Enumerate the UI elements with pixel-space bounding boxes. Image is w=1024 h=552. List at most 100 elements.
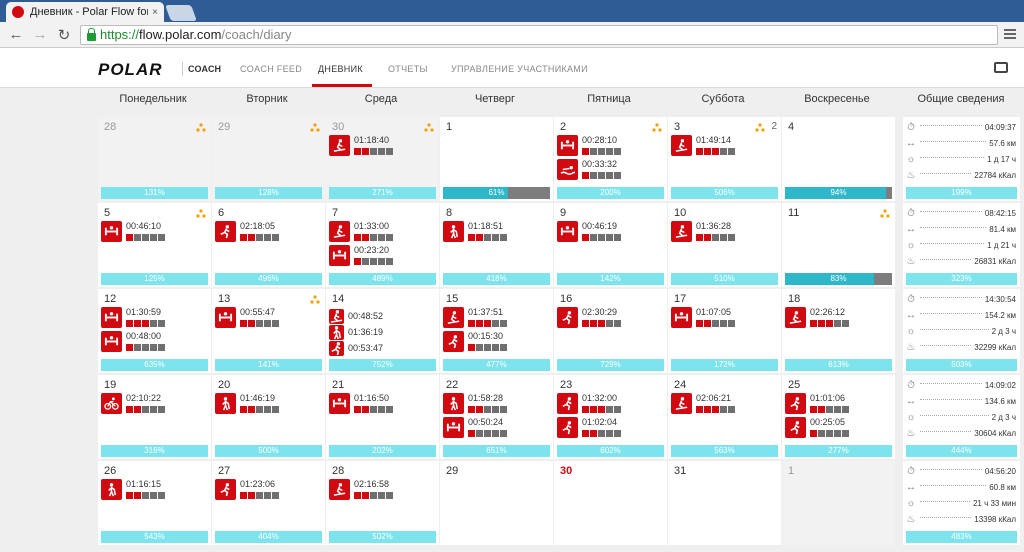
- back-arrow-icon[interactable]: ←: [8, 26, 24, 43]
- exercise-item[interactable]: 00:48:00: [101, 331, 166, 352]
- exercise-item[interactable]: 01:30:59: [101, 307, 166, 328]
- day-number: 13: [218, 293, 231, 305]
- heart-rate-zones: [582, 320, 622, 327]
- training-load-bar: 752%: [329, 359, 436, 371]
- day-cell[interactable]: 22 01:58:28 00:50:24 651%: [440, 375, 553, 459]
- day-cell[interactable]: 11 83%: [782, 203, 895, 287]
- day-cell[interactable]: 14 00:48:52 01:36:19 00:53:47 752%: [326, 289, 439, 373]
- weekly-load-bar: 503%: [906, 359, 1017, 371]
- day-cell[interactable]: 29 128%: [212, 117, 325, 201]
- exercise-item[interactable]: 01:18:40: [329, 135, 394, 156]
- day-cell[interactable]: 30: [554, 461, 667, 545]
- exercise-item[interactable]: 02:30:29: [557, 307, 622, 328]
- exercise-item[interactable]: 00:46:19: [557, 221, 622, 242]
- exercise-duration: 01:46:19: [240, 393, 276, 403]
- url-field[interactable]: https://flow.polar.com/coach/diary: [80, 24, 998, 45]
- day-cell[interactable]: 24 02:06:21 563%: [668, 375, 781, 459]
- exercise-item[interactable]: 01:07:05: [671, 307, 736, 328]
- exercise-item[interactable]: 01:23:06: [215, 479, 280, 500]
- day-cell[interactable]: 4 94%: [782, 117, 895, 201]
- exercise-item[interactable]: 01:02:04: [557, 417, 622, 438]
- day-cell[interactable]: 30 01:18:40 271%: [326, 117, 439, 201]
- exercise-item[interactable]: 00:28:10: [557, 135, 622, 156]
- training-load-bar: 635%: [101, 359, 208, 371]
- exercise-item[interactable]: 02:18:05: [215, 221, 280, 242]
- day-cell[interactable]: 15 01:37:51 00:15:30 477%: [440, 289, 553, 373]
- day-cell[interactable]: 23 01:32:00 01:02:04 602%: [554, 375, 667, 459]
- browser-tab[interactable]: Дневник - Polar Flow for C ×: [6, 2, 164, 22]
- forward-arrow-icon[interactable]: →: [32, 26, 48, 43]
- exercise-item[interactable]: 01:49:14: [671, 135, 736, 156]
- exercise-item[interactable]: 00:33:32: [557, 159, 622, 180]
- distance-icon: ↔: [906, 481, 916, 493]
- chat-icon[interactable]: [994, 62, 1008, 73]
- nav-coach-feed[interactable]: COACH FEED: [240, 64, 302, 74]
- day-cell[interactable]: 31: [668, 461, 781, 545]
- tab-close-icon[interactable]: ×: [152, 7, 158, 18]
- exercise-item[interactable]: 00:25:05: [785, 417, 850, 438]
- exercise-item[interactable]: 02:26:12: [785, 307, 850, 328]
- day-cell[interactable]: 16 02:30:29 729%: [554, 289, 667, 373]
- exercise-item[interactable]: 00:15:30: [443, 331, 508, 352]
- day-cell[interactable]: 8 01:18:51 418%: [440, 203, 553, 287]
- nav-diary[interactable]: ДНЕВНИК: [318, 64, 363, 74]
- reload-icon[interactable]: ↻: [56, 26, 72, 44]
- exercise-duration: 00:48:00: [126, 331, 162, 341]
- exercise-item[interactable]: 01:18:51: [443, 221, 508, 242]
- polar-logo[interactable]: POLAR: [98, 60, 163, 80]
- training-load-percent: 635%: [144, 360, 165, 369]
- bike-icon: [101, 393, 122, 414]
- day-cell[interactable]: 9 00:46:19 142%: [554, 203, 667, 287]
- exercise-item[interactable]: 01:37:51: [443, 307, 508, 328]
- day-cell[interactable]: 3 2 01:49:14 506%: [668, 117, 781, 201]
- day-cell[interactable]: 1 61%: [440, 117, 553, 201]
- dotted-leader: [920, 469, 982, 470]
- day-cell[interactable]: 21 01:16:50 202%: [326, 375, 439, 459]
- day-cell[interactable]: 5 00:46:10 125%: [98, 203, 211, 287]
- exercise-item[interactable]: 01:32:00: [557, 393, 622, 414]
- day-cell[interactable]: 10 01:36:28 510%: [668, 203, 781, 287]
- nav-manage-participants[interactable]: УПРАВЛЕНИЕ УЧАСТНИКАМИ: [451, 64, 588, 74]
- exercise-duration: 00:15:30: [468, 331, 504, 341]
- day-cell[interactable]: 28 131%: [98, 117, 211, 201]
- day-cell[interactable]: 18 02:26:12 613%: [782, 289, 895, 373]
- exercise-item[interactable]: 02:06:21: [671, 393, 736, 414]
- exercise-item[interactable]: 01:16:15: [101, 479, 166, 500]
- exercise-item[interactable]: 01:46:19: [215, 393, 280, 414]
- day-cell[interactable]: 25 01:01:06 00:25:05 277%: [782, 375, 895, 459]
- day-cell[interactable]: 6 02:18:05 496%: [212, 203, 325, 287]
- training-load-bar: 125%: [101, 273, 208, 285]
- exercise-item[interactable]: 01:01:06: [785, 393, 850, 414]
- day-cell[interactable]: 20 01:46:19 500%: [212, 375, 325, 459]
- exercise-details: 00:28:10: [582, 135, 622, 156]
- day-cell[interactable]: 13 00:55:47 141%: [212, 289, 325, 373]
- day-cell[interactable]: 29: [440, 461, 553, 545]
- day-cell[interactable]: 19 02:10:22 316%: [98, 375, 211, 459]
- day-cell[interactable]: 1: [782, 461, 895, 545]
- exercise-item[interactable]: 01:36:28: [671, 221, 736, 242]
- exercise-item[interactable]: 00:50:24: [443, 417, 508, 438]
- exercise-item[interactable]: 02:16:58: [329, 479, 394, 500]
- day-cell[interactable]: 17 01:07:05 172%: [668, 289, 781, 373]
- exercise-duration: 00:53:47: [348, 343, 384, 353]
- browser-menu-icon[interactable]: [1004, 29, 1016, 41]
- ski-icon: [671, 135, 692, 156]
- exercise-item[interactable]: 02:10:22: [101, 393, 166, 414]
- day-cell[interactable]: 26 01:16:15 543%: [98, 461, 211, 545]
- exercise-item[interactable]: 01:33:00: [329, 221, 394, 242]
- day-number: 18: [788, 293, 801, 305]
- nav-reports[interactable]: ОТЧЕТЫ: [388, 64, 428, 74]
- run-icon: [785, 417, 806, 438]
- exercise-item[interactable]: 00:23:20: [329, 245, 394, 266]
- day-cell[interactable]: 2 00:28:10 00:33:32 200%: [554, 117, 667, 201]
- exercise-item[interactable]: 00:55:47: [215, 307, 280, 328]
- day-cell[interactable]: 7 01:33:00 00:23:20 489%: [326, 203, 439, 287]
- exercise-item[interactable]: 01:58:28: [443, 393, 508, 414]
- day-cell[interactable]: 28 02:16:58 502%: [326, 461, 439, 545]
- exercise-item[interactable]: 01:16:50: [329, 393, 394, 414]
- day-cell[interactable]: 12 01:30:59 00:48:00 635%: [98, 289, 211, 373]
- exercise-item[interactable]: 00:46:10: [101, 221, 166, 242]
- training-load-bar: 202%: [329, 445, 436, 457]
- new-tab-button[interactable]: [165, 5, 197, 21]
- day-cell[interactable]: 27 01:23:06 404%: [212, 461, 325, 545]
